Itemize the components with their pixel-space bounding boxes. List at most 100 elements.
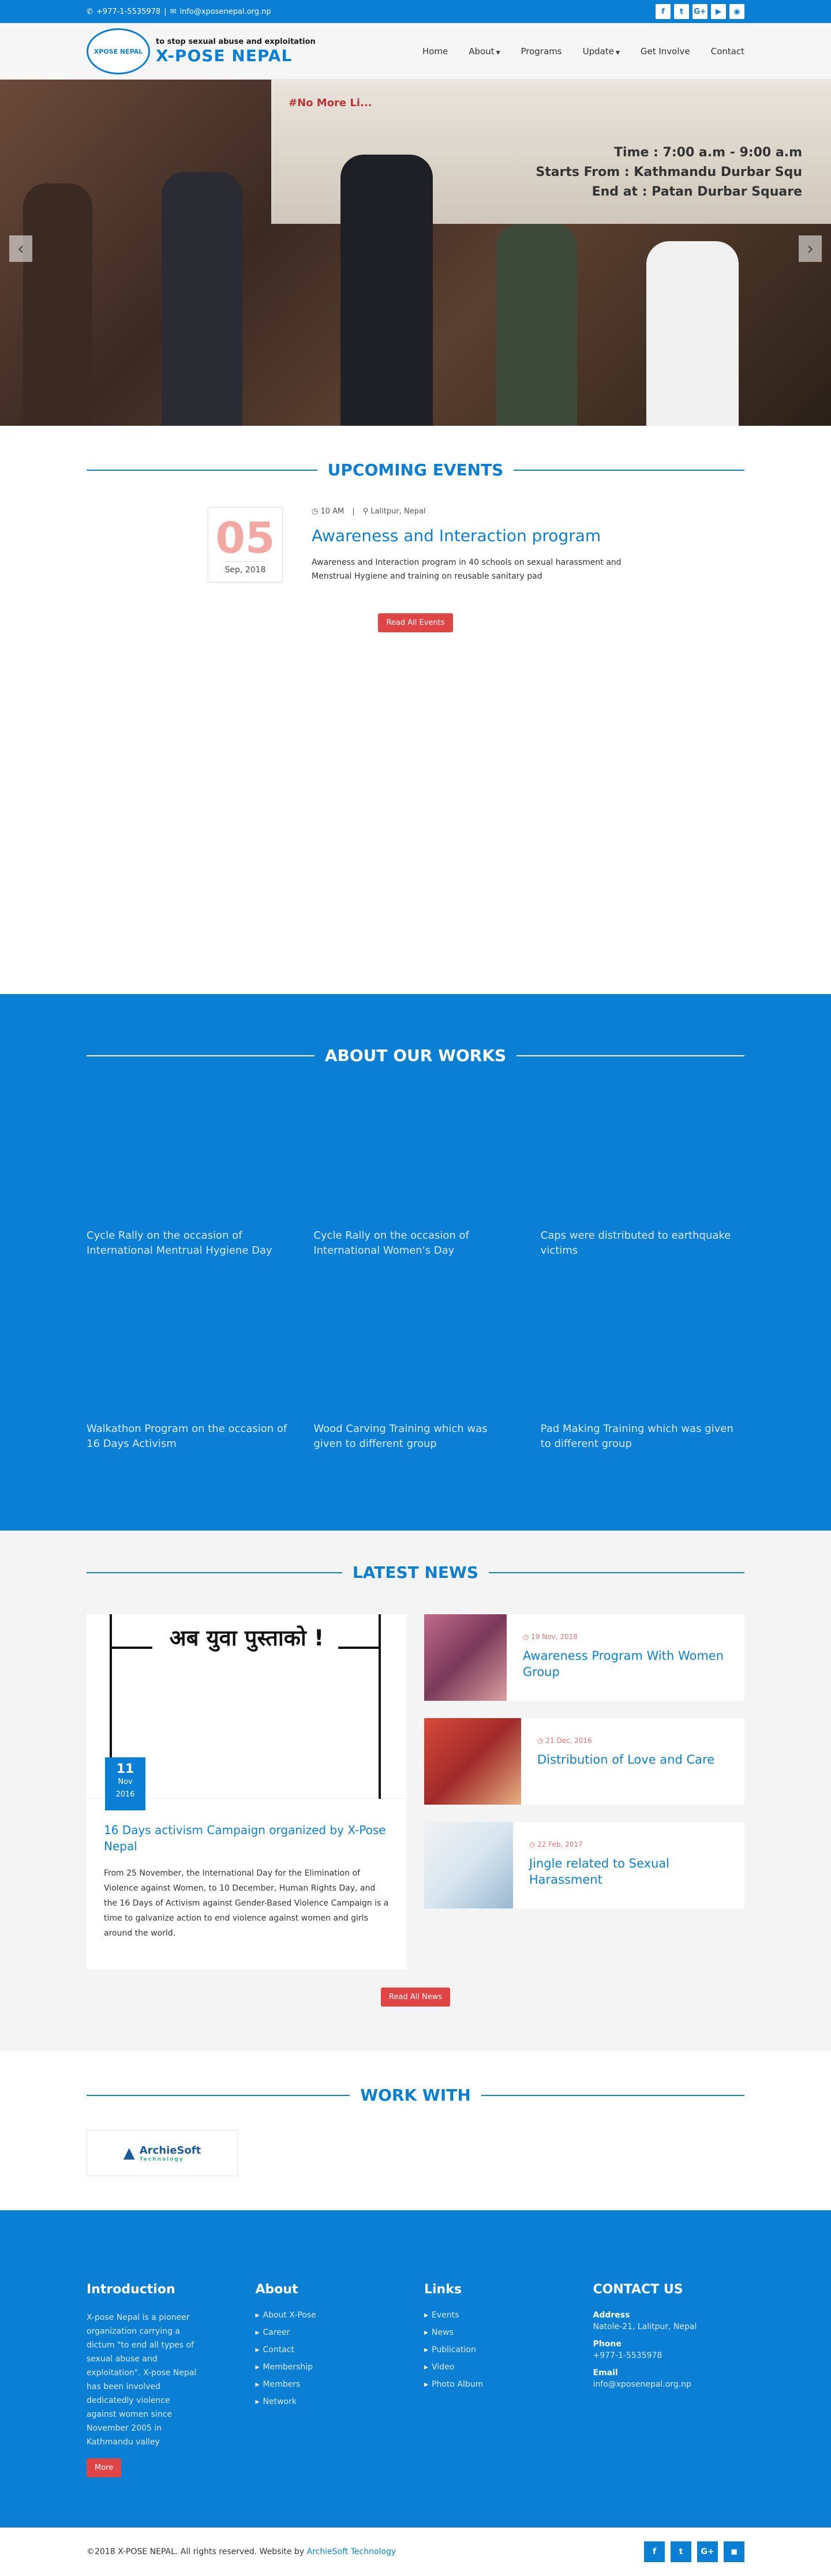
news-date: ◷ 22 Feb, 2017: [529, 1840, 583, 1848]
brand[interactable]: XPOSE NEPAL to stop sexual abuse and exp…: [87, 28, 316, 74]
footer-link[interactable]: Membership: [256, 2363, 407, 2372]
phone-icon: ✆: [87, 7, 93, 16]
footer-link[interactable]: Photo Album: [424, 2380, 576, 2389]
footer-contact: CONTACT US Address Natole-21, Lalitpur, …: [593, 2282, 745, 2477]
about-works-section: ABOUT OUR WORKS Cycle Rally on the occas…: [0, 994, 831, 1531]
footer-link[interactable]: Contact: [256, 2345, 407, 2354]
brand-tagline: to stop sexual abuse and exploitation: [156, 38, 316, 46]
footer-link[interactable]: Career: [256, 2328, 407, 2337]
nav-about[interactable]: About ▼: [469, 46, 500, 57]
footer-link[interactable]: Video: [424, 2363, 576, 2372]
nav-get-involve[interactable]: Get Involve: [641, 46, 690, 57]
work-item[interactable]: Wood Carving Training which was given to…: [313, 1281, 517, 1475]
hero-banner-left: #No More Li...: [289, 97, 372, 109]
hero-figure: [162, 172, 242, 426]
footer-email[interactable]: info@xposenepal.org.np: [593, 2380, 745, 2389]
hero-banner-text: Time : 7:00 a.m - 9:00 a.m Starts From :…: [536, 145, 802, 199]
news-date: ◷ 19 Nov, 2018: [522, 1633, 578, 1641]
featured-news-image[interactable]: अब युवा पुस्ताको ! 11 Nov 2016: [87, 1614, 407, 1810]
youtube-icon[interactable]: ▶: [711, 4, 726, 19]
event-item: 05 Sep, 2018 ◷ 10 AM | ⚲ Lalitpur, Nepal…: [208, 507, 623, 583]
news-title[interactable]: Awareness Program With Women Group: [523, 1648, 728, 1680]
partner-logo[interactable]: ▲ ArchieSoft Technology: [87, 2130, 238, 2176]
footer-link[interactable]: Events: [424, 2311, 576, 2320]
instagram-icon[interactable]: ◉: [729, 4, 744, 19]
nav-programs[interactable]: Programs: [521, 46, 562, 57]
google-plus-icon[interactable]: G+: [697, 2541, 718, 2562]
bottom-bar: ©2018 X-POSE NEPAL. All rights reserved.…: [0, 2528, 831, 2576]
archiesoft-logo-icon: ▲: [123, 2144, 135, 2162]
more-button[interactable]: More: [87, 2458, 122, 2477]
events-heading: UPCOMING EVENTS: [87, 460, 744, 479]
main-nav: Home About ▼ Programs Update ▼ Get Involve…: [422, 46, 744, 57]
caret-down-icon: ▼: [615, 50, 620, 56]
work-with-heading: WORK WITH: [87, 2086, 744, 2105]
nav-home[interactable]: Home: [422, 46, 448, 57]
clock-icon: ◷: [522, 1633, 529, 1641]
caret-down-icon: ▼: [496, 50, 500, 56]
news-thumbnail[interactable]: [424, 1614, 507, 1701]
work-item[interactable]: Caps were distributed to earthquake vict…: [541, 1088, 744, 1281]
news-card[interactable]: ◷ 21 Dec, 2016 Distribution of Love and …: [424, 1718, 744, 1805]
news-thumbnail[interactable]: [424, 1822, 513, 1908]
featured-news[interactable]: अब युवा पुस्ताको ! 11 Nov 2016 16 Days a…: [87, 1614, 407, 1969]
top-phone: +977-1-5535978: [96, 7, 161, 16]
featured-news-date: 11 Nov 2016: [105, 1757, 145, 1810]
hero-figure: [23, 183, 92, 426]
footer-about: About About X-Pose Career Contact Member…: [256, 2282, 407, 2477]
footer: Introduction X-pose Nepal is a pioneer o…: [0, 2210, 831, 2528]
news-title[interactable]: Distribution of Love and Care: [537, 1752, 714, 1768]
facebook-icon[interactable]: f: [656, 4, 671, 19]
event-title[interactable]: Awareness and Interaction program: [312, 526, 623, 545]
work-item[interactable]: Walkathon Program on the occasion of 16 …: [87, 1281, 290, 1475]
work-item[interactable]: Cycle Rally on the occasion of Internati…: [87, 1088, 290, 1281]
hero-carousel: #No More Li... Time : 7:00 a.m - 9:00 a.…: [0, 80, 831, 426]
carousel-next-arrow[interactable]: ›: [799, 235, 822, 262]
nav-contact[interactable]: Contact: [711, 46, 744, 57]
twitter-icon[interactable]: t: [674, 4, 689, 19]
hero-figure: [646, 241, 739, 426]
brand-name[interactable]: X-POSE NEPAL: [156, 46, 316, 65]
read-all-news-button[interactable]: Read All News: [380, 1988, 451, 2007]
clock-icon: ◷: [537, 1737, 544, 1745]
google-plus-icon[interactable]: G+: [692, 4, 708, 19]
featured-news-title[interactable]: 16 Days activism Campaign organized by X…: [104, 1822, 390, 1854]
footer-link[interactable]: About X-Pose: [256, 2311, 407, 2320]
credit-link[interactable]: ArchieSoft Technology: [307, 2547, 396, 2556]
top-social: f t G+ ▶ ◉: [656, 4, 744, 19]
hero-figure: [496, 224, 577, 426]
footer-link[interactable]: Publication: [424, 2345, 576, 2354]
work-with-section: WORK WITH ▲ ArchieSoft Technology: [0, 2051, 831, 2210]
footer-link[interactable]: Members: [256, 2380, 407, 2389]
clock-icon: ◷: [529, 1840, 536, 1848]
map-marker-icon: ⚲: [362, 507, 369, 516]
read-all-events-button[interactable]: Read All Events: [378, 613, 453, 632]
news-card[interactable]: ◷ 22 Feb, 2017 Jingle related to Sexual …: [424, 1822, 744, 1908]
news-title[interactable]: Jingle related to Sexual Harassment: [529, 1855, 728, 1888]
share-icon[interactable]: ◼: [724, 2541, 744, 2562]
footer-link[interactable]: News: [424, 2328, 576, 2337]
upcoming-events-section: UPCOMING EVENTS 05 Sep, 2018 ◷ 10 AM | ⚲…: [0, 426, 831, 994]
footer-link[interactable]: Network: [256, 2397, 407, 2406]
top-email[interactable]: info@xposenepal.org.np: [179, 8, 271, 16]
facebook-icon[interactable]: f: [644, 2541, 665, 2562]
hero-figure: [340, 155, 433, 426]
footer-phone: +977-1-5535978: [593, 2351, 662, 2360]
navbar: XPOSE NEPAL to stop sexual abuse and exp…: [0, 23, 831, 80]
news-card[interactable]: ◷ 19 Nov, 2018 Awareness Program With Wo…: [424, 1614, 744, 1701]
news-thumbnail[interactable]: [424, 1718, 521, 1805]
carousel-prev-arrow[interactable]: ‹: [9, 235, 32, 262]
work-item[interactable]: Cycle Rally on the occasion of Internati…: [313, 1088, 517, 1281]
top-contact: ✆ +977-1-5535978 | ✉ info@xposenepal.org…: [87, 8, 271, 16]
news-date: ◷ 21 Dec, 2016: [537, 1737, 592, 1745]
footer-links: Links Events News Publication Video Phot…: [424, 2282, 576, 2477]
top-separator: |: [164, 7, 167, 16]
nav-update[interactable]: Update ▼: [583, 46, 620, 57]
featured-news-text: From 25 November, the International Day …: [104, 1869, 389, 1938]
footer-address: Natole-21, Lalitpur, Nepal: [593, 2322, 697, 2331]
work-item[interactable]: Pad Making Training which was given to d…: [541, 1281, 744, 1475]
works-heading: ABOUT OUR WORKS: [87, 1046, 745, 1065]
news-heading: LATEST NEWS: [87, 1563, 745, 1582]
twitter-icon[interactable]: t: [671, 2541, 691, 2562]
logo[interactable]: XPOSE NEPAL: [87, 28, 150, 74]
